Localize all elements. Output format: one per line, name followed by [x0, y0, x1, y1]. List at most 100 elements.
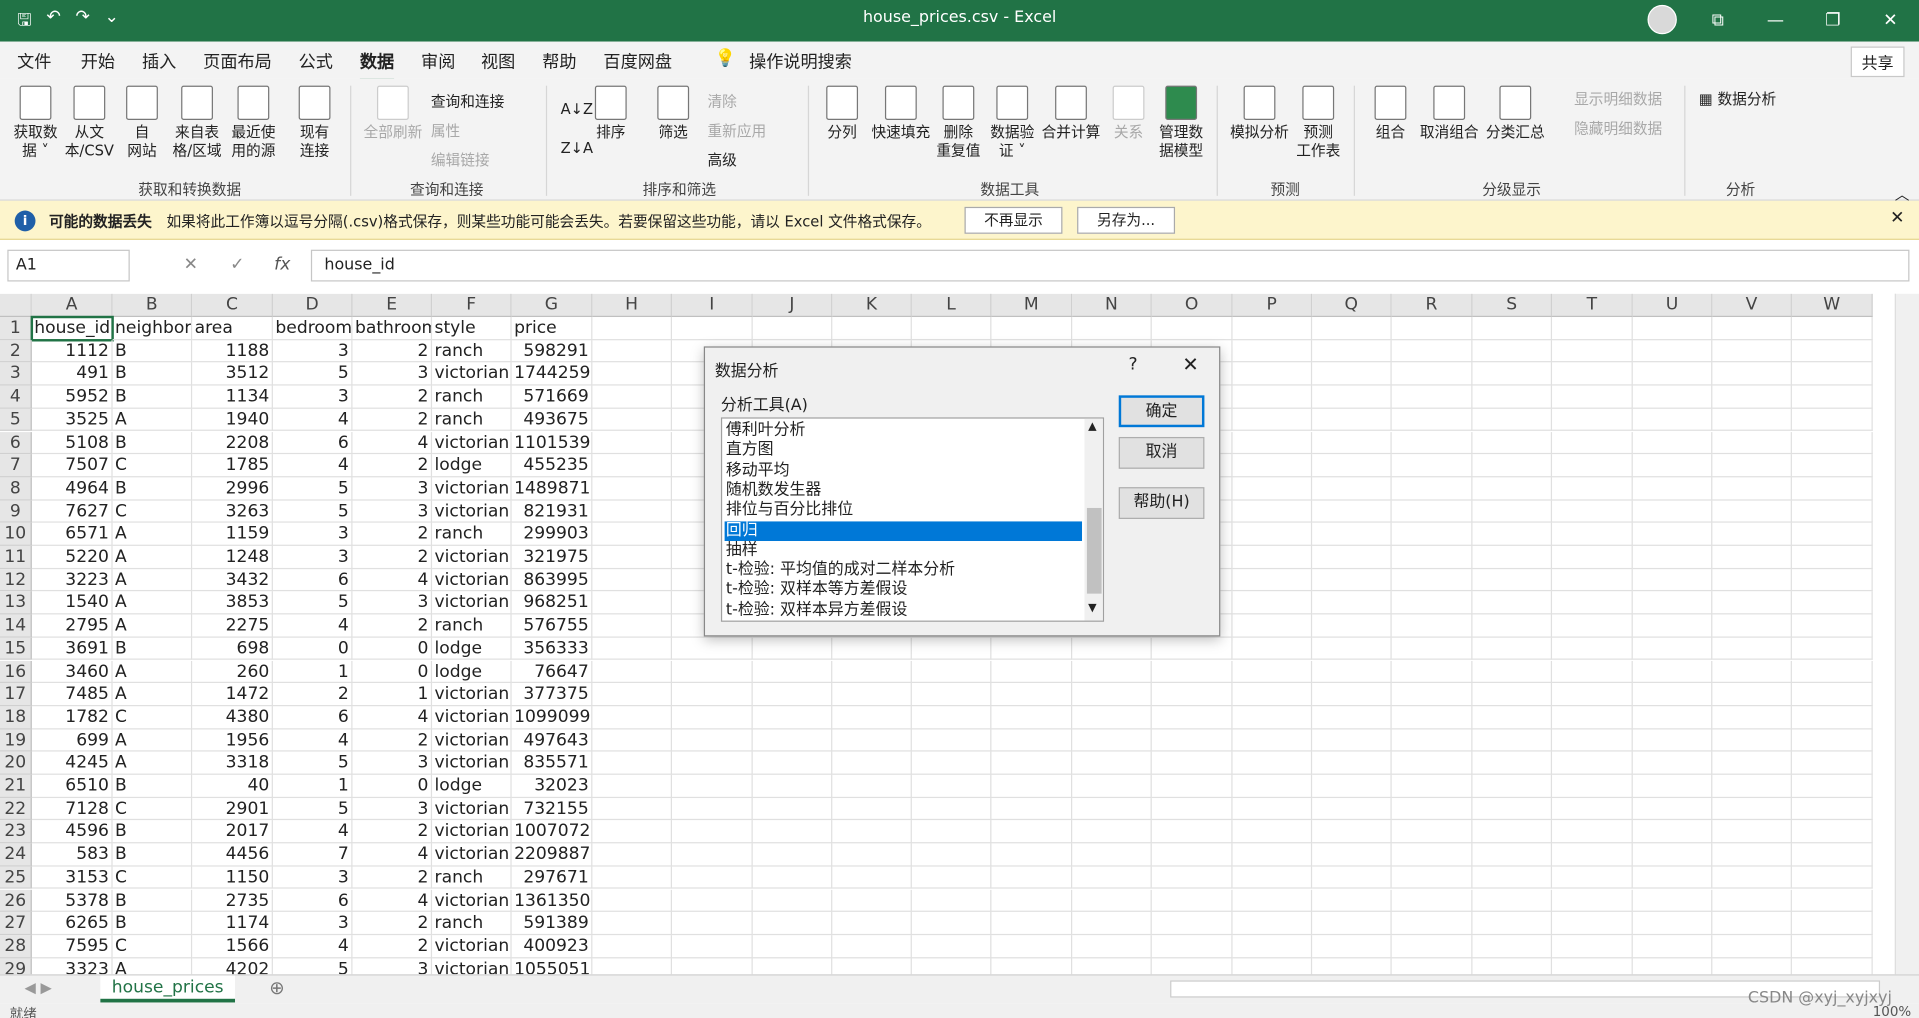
cell[interactable] [1632, 477, 1713, 501]
cell[interactable] [752, 637, 833, 661]
cell[interactable]: 5 [272, 797, 353, 821]
row-header[interactable]: 27 [0, 912, 32, 935]
tab-page-layout[interactable]: 页面布局 [203, 49, 272, 73]
cell[interactable] [1072, 660, 1152, 684]
cell[interactable] [1791, 385, 1873, 409]
cell[interactable]: 7507 [31, 454, 113, 478]
cell[interactable] [1632, 454, 1713, 478]
cell[interactable] [1312, 751, 1392, 775]
cell[interactable]: A [112, 683, 193, 707]
cell[interactable] [1712, 935, 1792, 958]
cell[interactable] [1472, 751, 1553, 775]
cell[interactable] [592, 362, 672, 386]
cell[interactable]: ranch [432, 408, 512, 432]
tab-file[interactable]: 文件 [17, 49, 51, 73]
minimize-button[interactable]: — [1747, 0, 1805, 42]
cell[interactable] [592, 729, 672, 752]
cell[interactable] [1552, 408, 1633, 432]
cell[interactable] [991, 317, 1073, 340]
row-header[interactable]: 9 [0, 500, 32, 523]
cell[interactable] [911, 706, 992, 729]
cell[interactable] [1712, 912, 1792, 935]
cell[interactable]: 0 [352, 774, 433, 798]
cell[interactable]: 2 [352, 912, 433, 935]
cell[interactable]: 4245 [31, 751, 113, 775]
cell[interactable] [1632, 706, 1713, 729]
show-detail-button[interactable]: 显示明细数据 [1574, 88, 1662, 109]
cell[interactable]: victorian [432, 545, 512, 569]
cell[interactable]: 1150 [192, 866, 273, 890]
refresh-all-button[interactable]: 全部刷新 [360, 85, 426, 142]
cell[interactable] [1312, 408, 1392, 432]
cell[interactable]: 2901 [192, 797, 273, 821]
cell[interactable] [1312, 545, 1392, 569]
cell[interactable] [1632, 683, 1713, 707]
cell[interactable] [1552, 683, 1633, 707]
cell[interactable] [1712, 889, 1792, 913]
cell[interactable] [1232, 591, 1313, 615]
cell[interactable] [671, 889, 753, 913]
tab-home[interactable]: 开始 [81, 49, 115, 73]
cell[interactable]: C [112, 454, 193, 478]
dont-show-again-button[interactable]: 不再显示 [964, 206, 1063, 234]
cell[interactable]: C [112, 500, 193, 523]
cell[interactable] [592, 957, 672, 975]
cell[interactable] [1472, 523, 1553, 546]
cell[interactable]: 7128 [31, 797, 113, 821]
cell[interactable] [592, 431, 672, 455]
cell[interactable]: 5220 [31, 545, 113, 569]
cell[interactable]: 571669 [511, 385, 593, 409]
cell[interactable] [1791, 660, 1873, 684]
cell[interactable] [1552, 957, 1633, 975]
cell[interactable]: victorian [432, 500, 512, 523]
cell[interactable]: 699 [31, 729, 113, 752]
cell[interactable] [1552, 431, 1633, 455]
row-header[interactable]: 7 [0, 454, 32, 478]
cell[interactable]: 491 [31, 362, 113, 386]
from-table-button[interactable]: 来自表 格/区域 [169, 85, 225, 161]
close-button[interactable]: ✕ [1862, 0, 1919, 42]
cell[interactable] [832, 660, 912, 684]
cell[interactable] [1472, 362, 1553, 386]
cell[interactable] [1151, 820, 1233, 844]
cell[interactable] [1072, 935, 1152, 958]
row-header[interactable]: 20 [0, 751, 32, 775]
cell[interactable] [1791, 362, 1873, 386]
cell[interactable]: 3 [272, 523, 353, 546]
cell[interactable]: 3 [352, 797, 433, 821]
cell[interactable] [1072, 957, 1152, 975]
cell[interactable] [1712, 774, 1792, 798]
cell[interactable] [1232, 912, 1313, 935]
prev-sheet-icon[interactable]: ◀ ▶ [24, 979, 51, 996]
row-header[interactable]: 12 [0, 568, 32, 592]
column-header[interactable]: U [1632, 293, 1713, 318]
cell[interactable]: 2 [352, 820, 433, 844]
cell[interactable]: lodge [432, 454, 512, 478]
cell[interactable] [1632, 339, 1713, 363]
cell[interactable] [911, 683, 992, 707]
cell[interactable] [1632, 500, 1713, 523]
cell[interactable] [752, 751, 833, 775]
cell[interactable] [1391, 523, 1473, 546]
column-header[interactable]: S [1472, 293, 1553, 318]
cell[interactable] [1151, 706, 1233, 729]
cell[interactable] [1232, 362, 1313, 386]
cell[interactable]: lodge [432, 774, 512, 798]
cell[interactable] [1632, 820, 1713, 844]
vertical-scrollbar[interactable] [1894, 293, 1919, 975]
cell[interactable] [1633, 957, 1713, 975]
cell[interactable] [592, 614, 672, 638]
cell[interactable] [671, 843, 753, 867]
cell[interactable] [1712, 957, 1792, 975]
cell[interactable]: B [112, 385, 193, 409]
cell[interactable]: 356333 [511, 637, 593, 661]
column-header[interactable]: E [352, 293, 433, 318]
column-header[interactable]: C [192, 293, 273, 318]
cell[interactable]: 3 [352, 751, 433, 775]
cell[interactable] [1312, 614, 1392, 638]
cell[interactable]: A [112, 614, 193, 638]
restore-button[interactable]: ❐ [1804, 0, 1862, 42]
cell[interactable] [1552, 637, 1633, 661]
row-header[interactable]: 6 [0, 431, 32, 455]
cell[interactable] [592, 339, 672, 363]
